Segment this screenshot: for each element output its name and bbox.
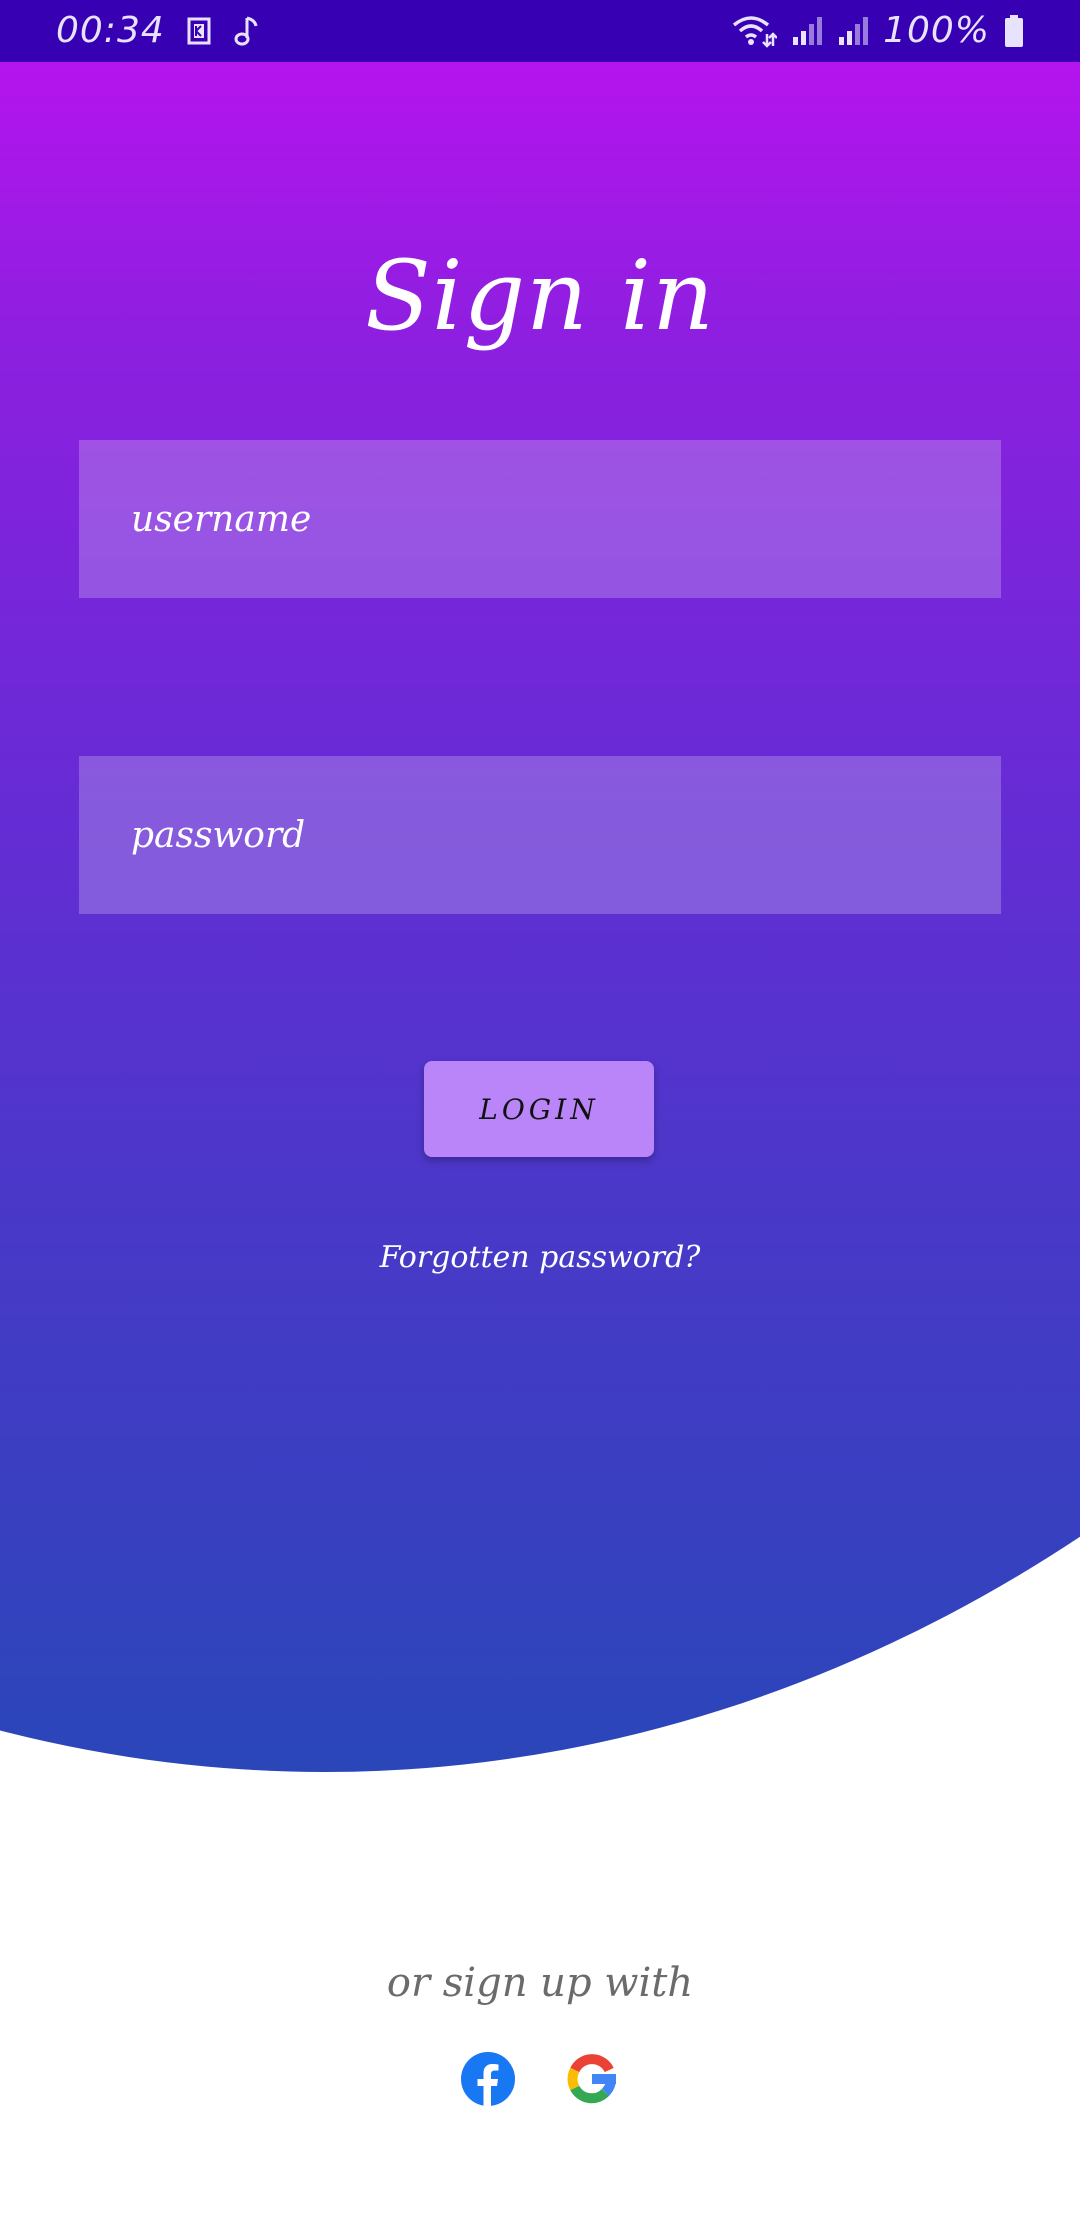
hero-panel: Sign in LOGIN Forgotten password?	[0, 62, 1080, 1802]
wifi-icon	[731, 14, 778, 48]
signal-icon	[791, 15, 823, 47]
status-time: 00:34	[56, 10, 165, 51]
status-right: 100%	[731, 10, 1024, 51]
notification-k-icon	[187, 16, 211, 46]
signup-label: or sign up with	[386, 1960, 694, 2006]
social-signup-row	[0, 2052, 1080, 2110]
battery-icon	[1004, 14, 1024, 48]
google-signup-button[interactable]	[565, 2054, 619, 2108]
status-bar: 00:34 100%	[0, 0, 1080, 62]
google-icon	[565, 2052, 619, 2110]
facebook-icon	[461, 2052, 515, 2110]
signal-icon-2	[837, 15, 869, 47]
login-button[interactable]: LOGIN	[424, 1061, 654, 1157]
username-input[interactable]	[79, 440, 1001, 598]
status-left: 00:34	[56, 10, 259, 51]
music-note-icon	[233, 14, 259, 48]
password-input[interactable]	[79, 756, 1001, 914]
facebook-signup-button[interactable]	[461, 2052, 515, 2110]
page-title: Sign in	[365, 240, 715, 352]
login-form: Sign in LOGIN Forgotten password?	[0, 62, 1080, 1802]
battery-percent: 100%	[883, 10, 990, 51]
forgot-password-link[interactable]: Forgotten password?	[0, 1240, 1080, 1275]
